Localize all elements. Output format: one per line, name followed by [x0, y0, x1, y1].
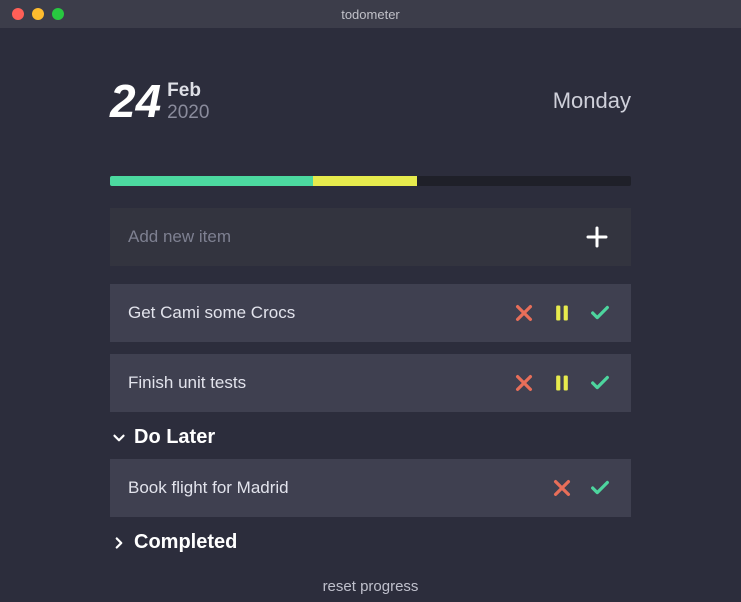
month-label: Feb [167, 80, 209, 102]
complete-button[interactable] [587, 370, 613, 396]
x-icon [513, 302, 535, 324]
check-icon [587, 302, 613, 324]
date-header: 24 Feb 2020 Monday [110, 78, 631, 124]
todo-text: Finish unit tests [128, 373, 511, 393]
completed-label: Completed [134, 531, 237, 554]
plus-icon [585, 225, 609, 249]
day-number: 24 [110, 78, 161, 124]
progress-completed-segment [110, 176, 313, 186]
do-later-label: Do Later [134, 426, 215, 449]
progress-bar [110, 176, 631, 186]
check-icon [587, 477, 613, 499]
chevron-down-icon [110, 429, 128, 447]
delete-button[interactable] [511, 370, 537, 396]
reset-progress-link[interactable]: reset progress [110, 578, 631, 595]
year-label: 2020 [167, 102, 209, 124]
pause-icon [552, 302, 572, 324]
delete-button[interactable] [511, 300, 537, 326]
pause-button[interactable] [549, 300, 575, 326]
x-icon [551, 477, 573, 499]
later-text: Book flight for Madrid [128, 478, 549, 498]
chevron-right-icon [110, 534, 128, 552]
progress-later-segment [313, 176, 417, 186]
delete-button[interactable] [549, 475, 575, 501]
pause-icon [552, 372, 572, 394]
check-icon [587, 372, 613, 394]
completed-section-toggle[interactable]: Completed [110, 531, 631, 554]
add-item-button[interactable] [581, 221, 613, 253]
window-title: todometer [0, 7, 741, 22]
add-item-input[interactable] [128, 227, 581, 247]
todo-item: Finish unit tests [110, 354, 631, 412]
weekday-label: Monday [553, 78, 631, 114]
todo-item: Get Cami some Crocs [110, 284, 631, 342]
close-window-button[interactable] [12, 8, 24, 20]
pause-button[interactable] [549, 370, 575, 396]
window-titlebar: todometer [0, 0, 741, 28]
minimize-window-button[interactable] [32, 8, 44, 20]
later-item: Book flight for Madrid [110, 459, 631, 517]
traffic-lights [0, 8, 64, 20]
date-block: 24 Feb 2020 [110, 78, 209, 124]
todo-text: Get Cami some Crocs [128, 303, 511, 323]
add-item-row [110, 208, 631, 266]
complete-button[interactable] [587, 475, 613, 501]
x-icon [513, 372, 535, 394]
complete-button[interactable] [587, 300, 613, 326]
maximize-window-button[interactable] [52, 8, 64, 20]
do-later-section-toggle[interactable]: Do Later [110, 426, 631, 449]
